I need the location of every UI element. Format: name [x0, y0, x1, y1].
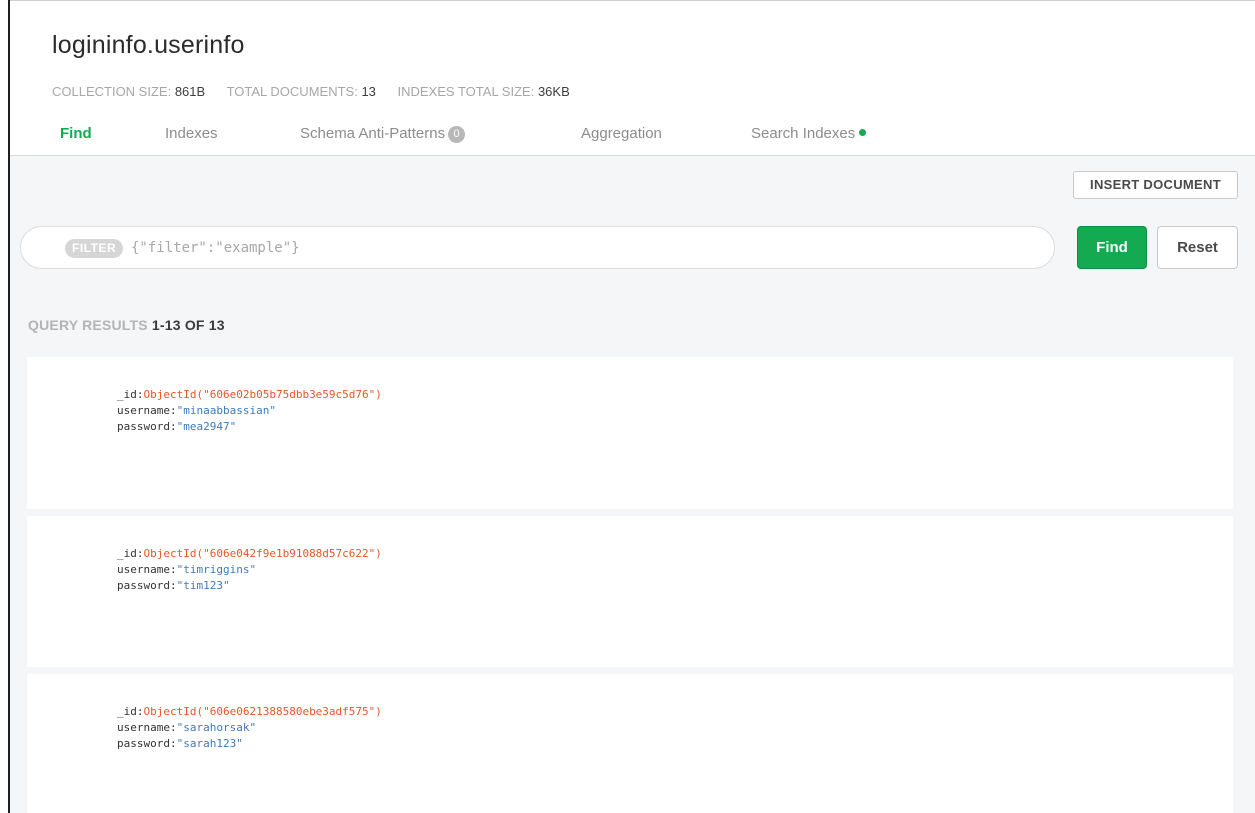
filter-tag: FILTER	[65, 239, 124, 258]
anti-patterns-count-badge: 0	[448, 126, 466, 143]
field-row-username: username:"timriggins"	[117, 562, 382, 578]
field-key: _id:	[117, 705, 144, 718]
document-fields: _id:ObjectId("606e042f9e1b91088d57c622")…	[117, 546, 382, 594]
tab-find[interactable]: Find	[60, 125, 92, 142]
field-key: password:	[117, 737, 177, 750]
stat-label: COLLECTION SIZE:	[52, 84, 172, 99]
field-key: password:	[117, 579, 177, 592]
tab-indexes[interactable]: Indexes	[165, 125, 218, 142]
field-key: username:	[117, 563, 177, 576]
tab-label: Schema Anti-Patterns	[300, 125, 446, 142]
field-value: "minaabbassian"	[176, 404, 276, 417]
field-row-username: username:"sarahorsak"	[117, 720, 382, 736]
collection-header: logininfo.userinfo COLLECTION SIZE: 861B…	[10, 1, 1255, 156]
tab-aggregation[interactable]: Aggregation	[581, 125, 662, 142]
field-row-id: _id:ObjectId("606e042f9e1b91088d57c622")	[117, 546, 382, 562]
query-results-label: QUERY RESULTS 1-13 OF 13	[28, 317, 225, 333]
results-count: 1-13 OF 13	[151, 317, 225, 333]
stat-collection-size: COLLECTION SIZE: 861B	[52, 84, 205, 99]
field-value: ObjectId("606e02b05b75dbb3e59c5d76")	[143, 388, 382, 401]
tab-search-indexes[interactable]: Search Indexes	[751, 125, 867, 142]
field-value: "timriggins"	[176, 563, 257, 576]
field-row-password: password:"mea2947"	[117, 419, 382, 435]
field-row-username: username:"minaabbassian"	[117, 403, 382, 419]
field-key: _id:	[117, 388, 144, 401]
stat-label: TOTAL DOCUMENTS:	[226, 84, 358, 99]
tab-label: Indexes	[165, 125, 218, 142]
field-row-password: password:"sarah123"	[117, 736, 382, 752]
document-fields: _id:ObjectId("606e0621388580ebe3adf575")…	[117, 704, 382, 752]
tab-label: Search Indexes	[751, 125, 856, 142]
tab-label: Find	[60, 125, 92, 142]
tab-schema-anti-patterns[interactable]: Schema Anti-Patterns 0	[300, 125, 466, 143]
document-card[interactable]: _id:ObjectId("606e0621388580ebe3adf575")…	[27, 674, 1233, 813]
collection-stats: COLLECTION SIZE: 861B TOTAL DOCUMENTS: 1…	[52, 84, 588, 99]
field-key: password:	[117, 420, 177, 433]
find-view: INSERT DOCUMENT FILTER Find Reset QUERY …	[10, 156, 1255, 813]
stat-value: 861B	[174, 84, 206, 99]
find-button[interactable]: Find	[1077, 226, 1147, 269]
document-fields: _id:ObjectId("606e02b05b75dbb3e59c5d76")…	[117, 387, 382, 435]
field-row-id: _id:ObjectId("606e02b05b75dbb3e59c5d76")	[117, 387, 382, 403]
stat-value: 36KB	[537, 84, 570, 99]
insert-document-button[interactable]: INSERT DOCUMENT	[1073, 171, 1238, 199]
filter-bar[interactable]: FILTER	[20, 226, 1055, 269]
stat-value: 13	[361, 84, 376, 99]
status-dot-icon	[859, 129, 867, 136]
field-row-id: _id:ObjectId("606e0621388580ebe3adf575")	[117, 704, 382, 720]
field-value: ObjectId("606e042f9e1b91088d57c622")	[143, 547, 382, 560]
document-card[interactable]: _id:ObjectId("606e042f9e1b91088d57c622")…	[27, 516, 1233, 667]
compass-window: logininfo.userinfo COLLECTION SIZE: 861B…	[0, 0, 1255, 813]
field-value: "tim123"	[176, 579, 230, 592]
stat-total-documents: TOTAL DOCUMENTS: 13	[227, 84, 376, 99]
field-value: "sarahorsak"	[176, 721, 257, 734]
field-value: ObjectId("606e0621388580ebe3adf575")	[143, 705, 382, 718]
filter-input[interactable]	[131, 235, 1031, 261]
field-value: "sarah123"	[176, 737, 243, 750]
document-card[interactable]: _id:ObjectId("606e02b05b75dbb3e59c5d76")…	[27, 357, 1233, 509]
reset-button[interactable]: Reset	[1157, 226, 1238, 269]
stat-label: INDEXES TOTAL SIZE:	[397, 84, 535, 99]
collection-title: logininfo.userinfo	[52, 31, 245, 59]
field-value: "mea2947"	[176, 420, 237, 433]
stat-indexes-size: INDEXES TOTAL SIZE: 36KB	[398, 84, 570, 99]
field-key: username:	[117, 721, 177, 734]
results-label-text: QUERY RESULTS	[28, 317, 148, 333]
tab-label: Aggregation	[581, 125, 662, 142]
field-row-password: password:"tim123"	[117, 578, 382, 594]
field-key: username:	[117, 404, 177, 417]
field-key: _id:	[117, 547, 144, 560]
